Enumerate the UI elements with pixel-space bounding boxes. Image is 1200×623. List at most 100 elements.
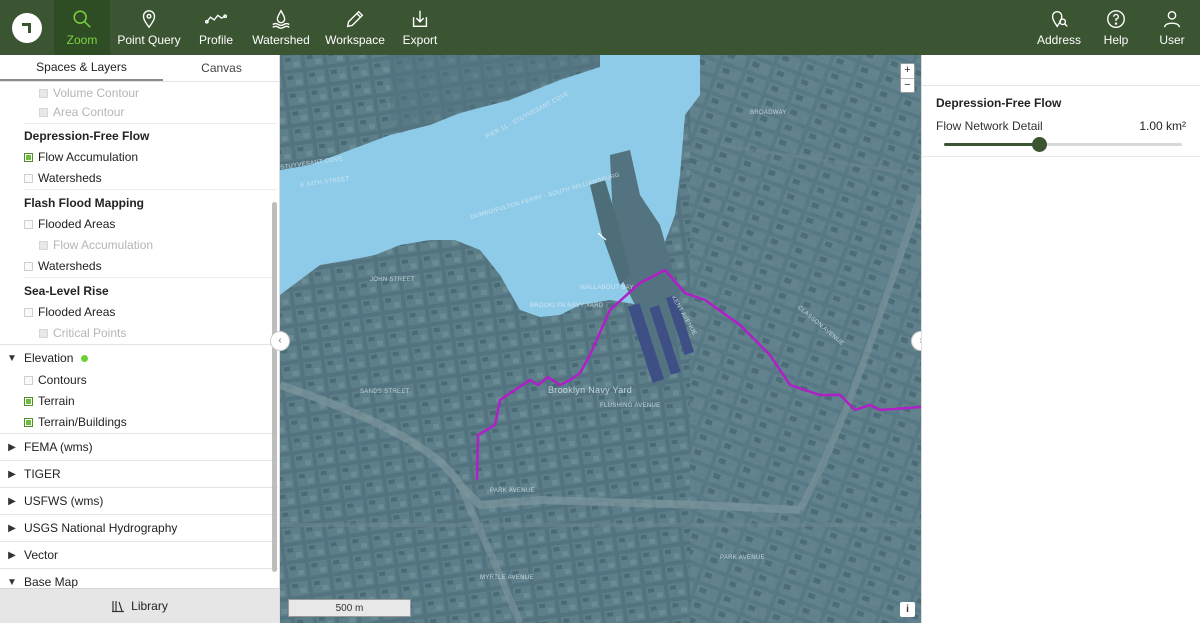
map-label-flushing: FLUSHING AVENUE: [600, 403, 661, 409]
export-tool-button[interactable]: Export: [392, 0, 448, 55]
library-books-icon: [112, 601, 125, 613]
chevron-right-icon: ▶: [8, 495, 16, 507]
layer-area-contour[interactable]: Area Contour: [39, 105, 280, 119]
group-depression-free-flow: Depression-Free Flow: [24, 129, 280, 143]
zoom-in-button[interactable]: +: [901, 64, 914, 78]
category-label: Base Map: [24, 575, 79, 588]
category-base-map[interactable]: ▼ Base Map: [6, 575, 278, 588]
map-label-myrtle: MYRTLE AVENUE: [480, 575, 534, 581]
layer-label: Flooded Areas: [38, 305, 116, 319]
water-drop-icon: [272, 9, 290, 29]
chevron-right-icon: ▶: [8, 549, 16, 561]
flow-network-detail-label: Flow Network Detail: [936, 119, 1043, 133]
category-fema[interactable]: ▶ FEMA (wms): [6, 440, 278, 454]
layer-ffm-flow-accumulation[interactable]: Flow Accumulation: [39, 238, 280, 252]
layer-list-scrollbar[interactable]: [272, 202, 277, 572]
library-label: Library: [131, 599, 168, 613]
download-icon: [412, 10, 428, 28]
layer-label: Volume Contour: [53, 86, 140, 100]
layer-checkbox[interactable]: [24, 173, 33, 183]
layer-contours[interactable]: Contours: [24, 373, 280, 387]
layer-dff-flow-accumulation[interactable]: Flow Accumulation: [24, 150, 280, 164]
map-base-layer: [280, 55, 921, 623]
library-button[interactable]: Library: [0, 588, 279, 623]
layer-checkbox[interactable]: [39, 328, 48, 338]
flow-network-detail-slider[interactable]: [944, 137, 1182, 152]
map-label-sands-street: SANDS STREET: [360, 389, 410, 395]
export-tool-label: Export: [402, 33, 438, 47]
point-query-tool-button[interactable]: Point Query: [110, 0, 188, 55]
chevron-left-icon: ‹: [278, 335, 282, 346]
layers-panel: Spaces & Layers Canvas Volume Contour Ar…: [0, 55, 280, 623]
tab-spaces-layers[interactable]: Spaces & Layers: [0, 55, 163, 81]
category-label: FEMA (wms): [24, 440, 93, 454]
collapse-left-panel-button[interactable]: ‹: [270, 331, 290, 351]
layer-list[interactable]: Volume Contour Area Contour Depression-F…: [0, 83, 280, 588]
layer-checkbox[interactable]: [24, 375, 33, 385]
layer-label: Terrain/Buildings: [38, 415, 127, 429]
search-icon: [73, 10, 91, 28]
category-label: Elevation: [24, 351, 74, 365]
workspace-tool-label: Workspace: [325, 33, 385, 47]
map-canvas[interactable]: BROOKLYN NAVY YARD Brooklyn Navy Yard PA…: [280, 55, 921, 623]
chevron-down-icon: ▼: [7, 352, 17, 364]
category-elevation[interactable]: ▼ Elevation: [6, 351, 278, 365]
layer-dff-watersheds[interactable]: Watersheds: [24, 171, 280, 185]
category-vector[interactable]: ▶ Vector: [6, 548, 278, 562]
map-label-cove: WALLABOUT BAY: [580, 285, 634, 291]
slider-fill: [944, 143, 1040, 146]
layer-checkbox[interactable]: [24, 261, 33, 271]
tab-canvas[interactable]: Canvas: [163, 55, 280, 81]
layer-label: Area Contour: [53, 105, 125, 119]
address-tool-button[interactable]: Address: [1030, 0, 1088, 55]
active-status-dot: [81, 354, 89, 362]
info-button[interactable]: i: [900, 602, 915, 617]
layer-ffm-watersheds[interactable]: Watersheds: [24, 259, 280, 273]
logo-icon: [12, 12, 42, 43]
group-title: Depression-Free Flow: [24, 129, 150, 143]
category-usgs-hydrography[interactable]: ▶ USGS National Hydrography: [6, 521, 278, 535]
properties-panel: Depression-Free Flow Flow Network Detail…: [921, 55, 1200, 623]
layer-checkbox[interactable]: [39, 107, 48, 117]
layer-ffm-flooded-areas[interactable]: Flooded Areas: [24, 217, 280, 231]
layer-volume-contour[interactable]: Volume Contour: [39, 86, 280, 100]
panel-tabs: Spaces & Layers Canvas: [0, 55, 279, 82]
profile-tool-button[interactable]: Profile: [188, 0, 244, 55]
layer-label: Flow Accumulation: [38, 150, 139, 164]
group-sea-level-rise: Sea-Level Rise: [24, 284, 280, 298]
category-label: Vector: [24, 548, 59, 562]
user-tool-button[interactable]: User: [1144, 0, 1200, 55]
layer-checkbox[interactable]: [24, 152, 33, 162]
layer-label: Terrain: [38, 394, 75, 408]
layer-terrain[interactable]: Terrain: [24, 394, 280, 408]
profile-tool-label: Profile: [198, 33, 233, 47]
layer-label: Watersheds: [38, 259, 102, 273]
layer-checkbox[interactable]: [24, 307, 33, 317]
layer-terrain-buildings[interactable]: Terrain/Buildings: [24, 415, 280, 429]
layer-checkbox[interactable]: [24, 219, 33, 229]
watershed-tool-button[interactable]: Watershed: [244, 0, 318, 55]
workspace-tool-button[interactable]: Workspace: [318, 0, 392, 55]
group-flash-flood-mapping: Flash Flood Mapping: [24, 196, 280, 210]
zoom-out-button[interactable]: −: [901, 78, 914, 92]
layer-checkbox[interactable]: [24, 417, 33, 427]
zoom-tool-label: Zoom: [66, 33, 98, 47]
layer-checkbox[interactable]: [24, 396, 33, 406]
layer-slr-flooded-areas[interactable]: Flooded Areas: [24, 305, 280, 319]
layer-label: Flow Accumulation: [53, 238, 154, 252]
help-icon: [1107, 10, 1125, 28]
layer-label: Critical Points: [53, 326, 127, 340]
layer-slr-critical-points[interactable]: Critical Points: [39, 326, 280, 340]
map-label-john-street: JOHN STREET: [370, 277, 415, 283]
help-tool-button[interactable]: Help: [1088, 0, 1144, 55]
zoom-control: + −: [900, 63, 915, 93]
scale-bar-label: 500 m: [335, 602, 364, 614]
category-tiger[interactable]: ▶ TIGER: [6, 467, 278, 481]
slider-thumb[interactable]: [1032, 137, 1048, 152]
zoom-tool-button[interactable]: Zoom: [54, 0, 110, 55]
category-usfws[interactable]: ▶ USFWS (wms): [6, 494, 278, 508]
layer-checkbox[interactable]: [39, 240, 48, 250]
layer-checkbox[interactable]: [39, 88, 48, 98]
app-logo[interactable]: [0, 0, 54, 55]
group-title: Sea-Level Rise: [24, 284, 109, 298]
